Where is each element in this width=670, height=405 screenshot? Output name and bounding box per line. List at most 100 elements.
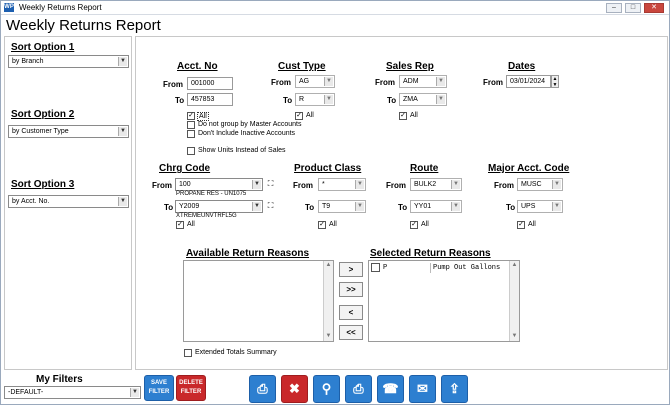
sort-option-3-label: Sort Option 3 — [11, 179, 75, 190]
rep-to-label: To — [387, 96, 397, 105]
add-reason-button[interactable]: > — [339, 262, 363, 277]
chevron-down-icon: ▼ — [552, 180, 561, 189]
sort-option-2-select[interactable]: by Customer Type ▼ — [8, 125, 129, 138]
my-filters-value: -DEFAULT- — [8, 389, 44, 396]
chrg-from-select[interactable]: 100 ▼ — [175, 178, 263, 191]
rep-to-select[interactable]: ZMA ▼ — [399, 93, 447, 106]
print-button[interactable]: ⎙ — [249, 375, 276, 403]
extended-totals-checkbox[interactable] — [184, 349, 192, 357]
minimize-button[interactable]: – — [606, 3, 622, 13]
chrg-to-value: Y2009 — [179, 203, 200, 210]
prodclass-to-value: T9 — [322, 203, 331, 210]
selected-reasons-list[interactable]: P Pump Out Gallons ▲ ▼ — [368, 260, 520, 342]
no-inactive-checkbox[interactable] — [187, 130, 195, 138]
available-reasons-list[interactable]: ▲ ▼ — [183, 260, 334, 342]
scroll-up-icon[interactable]: ▲ — [510, 261, 519, 270]
scrollbar[interactable]: ▲ ▼ — [323, 261, 333, 341]
route-all-checkbox[interactable]: ✓ — [410, 221, 418, 229]
scroll-up-icon[interactable]: ▲ — [324, 261, 333, 270]
cust-type-heading: Cust Type — [278, 61, 326, 72]
prodclass-all-checkbox[interactable]: ✓ — [318, 221, 326, 229]
chevron-down-icon: ▼ — [436, 95, 445, 104]
chrg-from-value: 100 — [179, 181, 191, 188]
chevron-down-icon: ▼ — [252, 202, 261, 211]
rep-to-value: ZMA — [403, 96, 418, 103]
prodclass-from-select[interactable]: * ▼ — [318, 178, 366, 191]
chrg-to-select[interactable]: Y2009 ▼ — [175, 200, 263, 213]
print-icon: ⎙ — [257, 381, 268, 396]
export-icon: ⇪ — [449, 381, 460, 396]
major-all-checkbox[interactable]: ✓ — [517, 221, 525, 229]
chrg-from-description: PROPANE RES - UN1075 — [176, 191, 247, 197]
route-heading: Route — [410, 163, 439, 174]
print-preview-icon: ⎙ — [353, 381, 364, 396]
sort-option-3-select[interactable]: by Acct. No. ▼ — [8, 195, 129, 208]
major-to-label: To — [506, 203, 516, 212]
reason-row-checkbox[interactable] — [371, 263, 380, 272]
print-preview-button[interactable]: ⎙ — [345, 375, 372, 403]
close-window-button[interactable]: ✕ — [644, 3, 664, 13]
fax-icon: ☎ — [382, 381, 399, 396]
chevron-down-icon: ▼ — [355, 180, 364, 189]
email-button[interactable]: ✉ — [409, 375, 436, 403]
remove-reason-button[interactable]: < — [339, 305, 363, 320]
prodclass-to-select[interactable]: T9 ▼ — [318, 200, 366, 213]
acct-from-label: From — [163, 80, 183, 89]
chevron-down-icon: ▼ — [252, 180, 261, 189]
route-to-label: To — [398, 203, 408, 212]
show-units-label: Show Units Instead of Sales — [198, 147, 286, 154]
close-icon: ✖ — [289, 381, 300, 396]
route-from-select[interactable]: BULK2 ▼ — [410, 178, 462, 191]
export-button[interactable]: ⇪ — [441, 375, 468, 403]
binoculars-icon[interactable]: ⛶ — [265, 179, 276, 189]
show-units-checkbox[interactable] — [187, 147, 195, 155]
date-from-input[interactable]: 03/01/2024 — [506, 75, 551, 88]
cust-from-select[interactable]: AG ▼ — [295, 75, 335, 88]
cust-all-label: All — [306, 112, 314, 119]
major-to-select[interactable]: UPS ▼ — [517, 200, 563, 213]
remove-all-reasons-button[interactable]: << — [339, 325, 363, 340]
delete-filter-button[interactable]: DELETE FILTER — [176, 375, 206, 401]
cancel-button[interactable]: ✖ — [281, 375, 308, 403]
dates-from-label: From — [483, 78, 503, 87]
chrg-all-checkbox[interactable]: ✓ — [176, 221, 184, 229]
sort-panel: Sort Option 1 by Branch ▼ Sort Option 2 … — [4, 36, 132, 370]
acct-all-checkbox[interactable]: ✓ — [187, 112, 195, 120]
acct-to-input[interactable]: 457853 — [187, 93, 233, 106]
rep-all-label: All — [410, 112, 418, 119]
chevron-down-icon: ▼ — [324, 77, 333, 86]
acct-from-input[interactable]: 001000 — [187, 77, 233, 90]
sort-option-2-label: Sort Option 2 — [11, 109, 75, 120]
scrollbar[interactable]: ▲ ▼ — [509, 261, 519, 341]
route-to-select[interactable]: YY01 ▼ — [410, 200, 462, 213]
scroll-down-icon[interactable]: ▼ — [510, 332, 519, 341]
major-from-value: MUSC — [521, 181, 542, 188]
rep-from-select[interactable]: ADM ▼ — [399, 75, 447, 88]
binoculars-icon[interactable]: ⛶ — [265, 201, 276, 211]
sort-option-1-select[interactable]: by Branch ▼ — [8, 55, 129, 68]
prodclass-from-value: * — [322, 181, 325, 188]
scroll-down-icon[interactable]: ▼ — [324, 332, 333, 341]
save-filter-button[interactable]: SAVE FILTER — [144, 375, 174, 401]
sort-option-1-label: Sort Option 1 — [11, 42, 75, 53]
prodclass-to-label: To — [305, 203, 315, 212]
date-spinner[interactable]: ▲ ▼ — [551, 75, 559, 88]
no-group-checkbox[interactable] — [187, 121, 195, 129]
my-filters-select[interactable]: -DEFAULT- ▼ — [4, 386, 141, 399]
major-from-select[interactable]: MUSC ▼ — [517, 178, 563, 191]
cust-all-checkbox[interactable]: ✓ — [295, 112, 303, 120]
acct-no-heading: Acct. No — [177, 61, 218, 72]
no-group-label: Do not group by Master Accounts — [198, 121, 302, 128]
fax-button[interactable]: ☎ — [377, 375, 404, 403]
dates-heading: Dates — [508, 61, 536, 72]
page-title: Weekly Returns Report — [6, 17, 161, 34]
add-all-reasons-button[interactable]: >> — [339, 282, 363, 297]
acct-all-label: All — [197, 112, 209, 121]
rep-all-checkbox[interactable]: ✓ — [399, 112, 407, 120]
maximize-button[interactable]: □ — [625, 3, 641, 13]
cust-to-label: To — [283, 96, 293, 105]
chevron-down-icon: ▼ — [552, 202, 561, 211]
search-button[interactable]: ⚲ — [313, 375, 340, 403]
selected-reasons-heading: Selected Return Reasons — [370, 248, 491, 259]
cust-to-select[interactable]: R ▼ — [295, 93, 335, 106]
